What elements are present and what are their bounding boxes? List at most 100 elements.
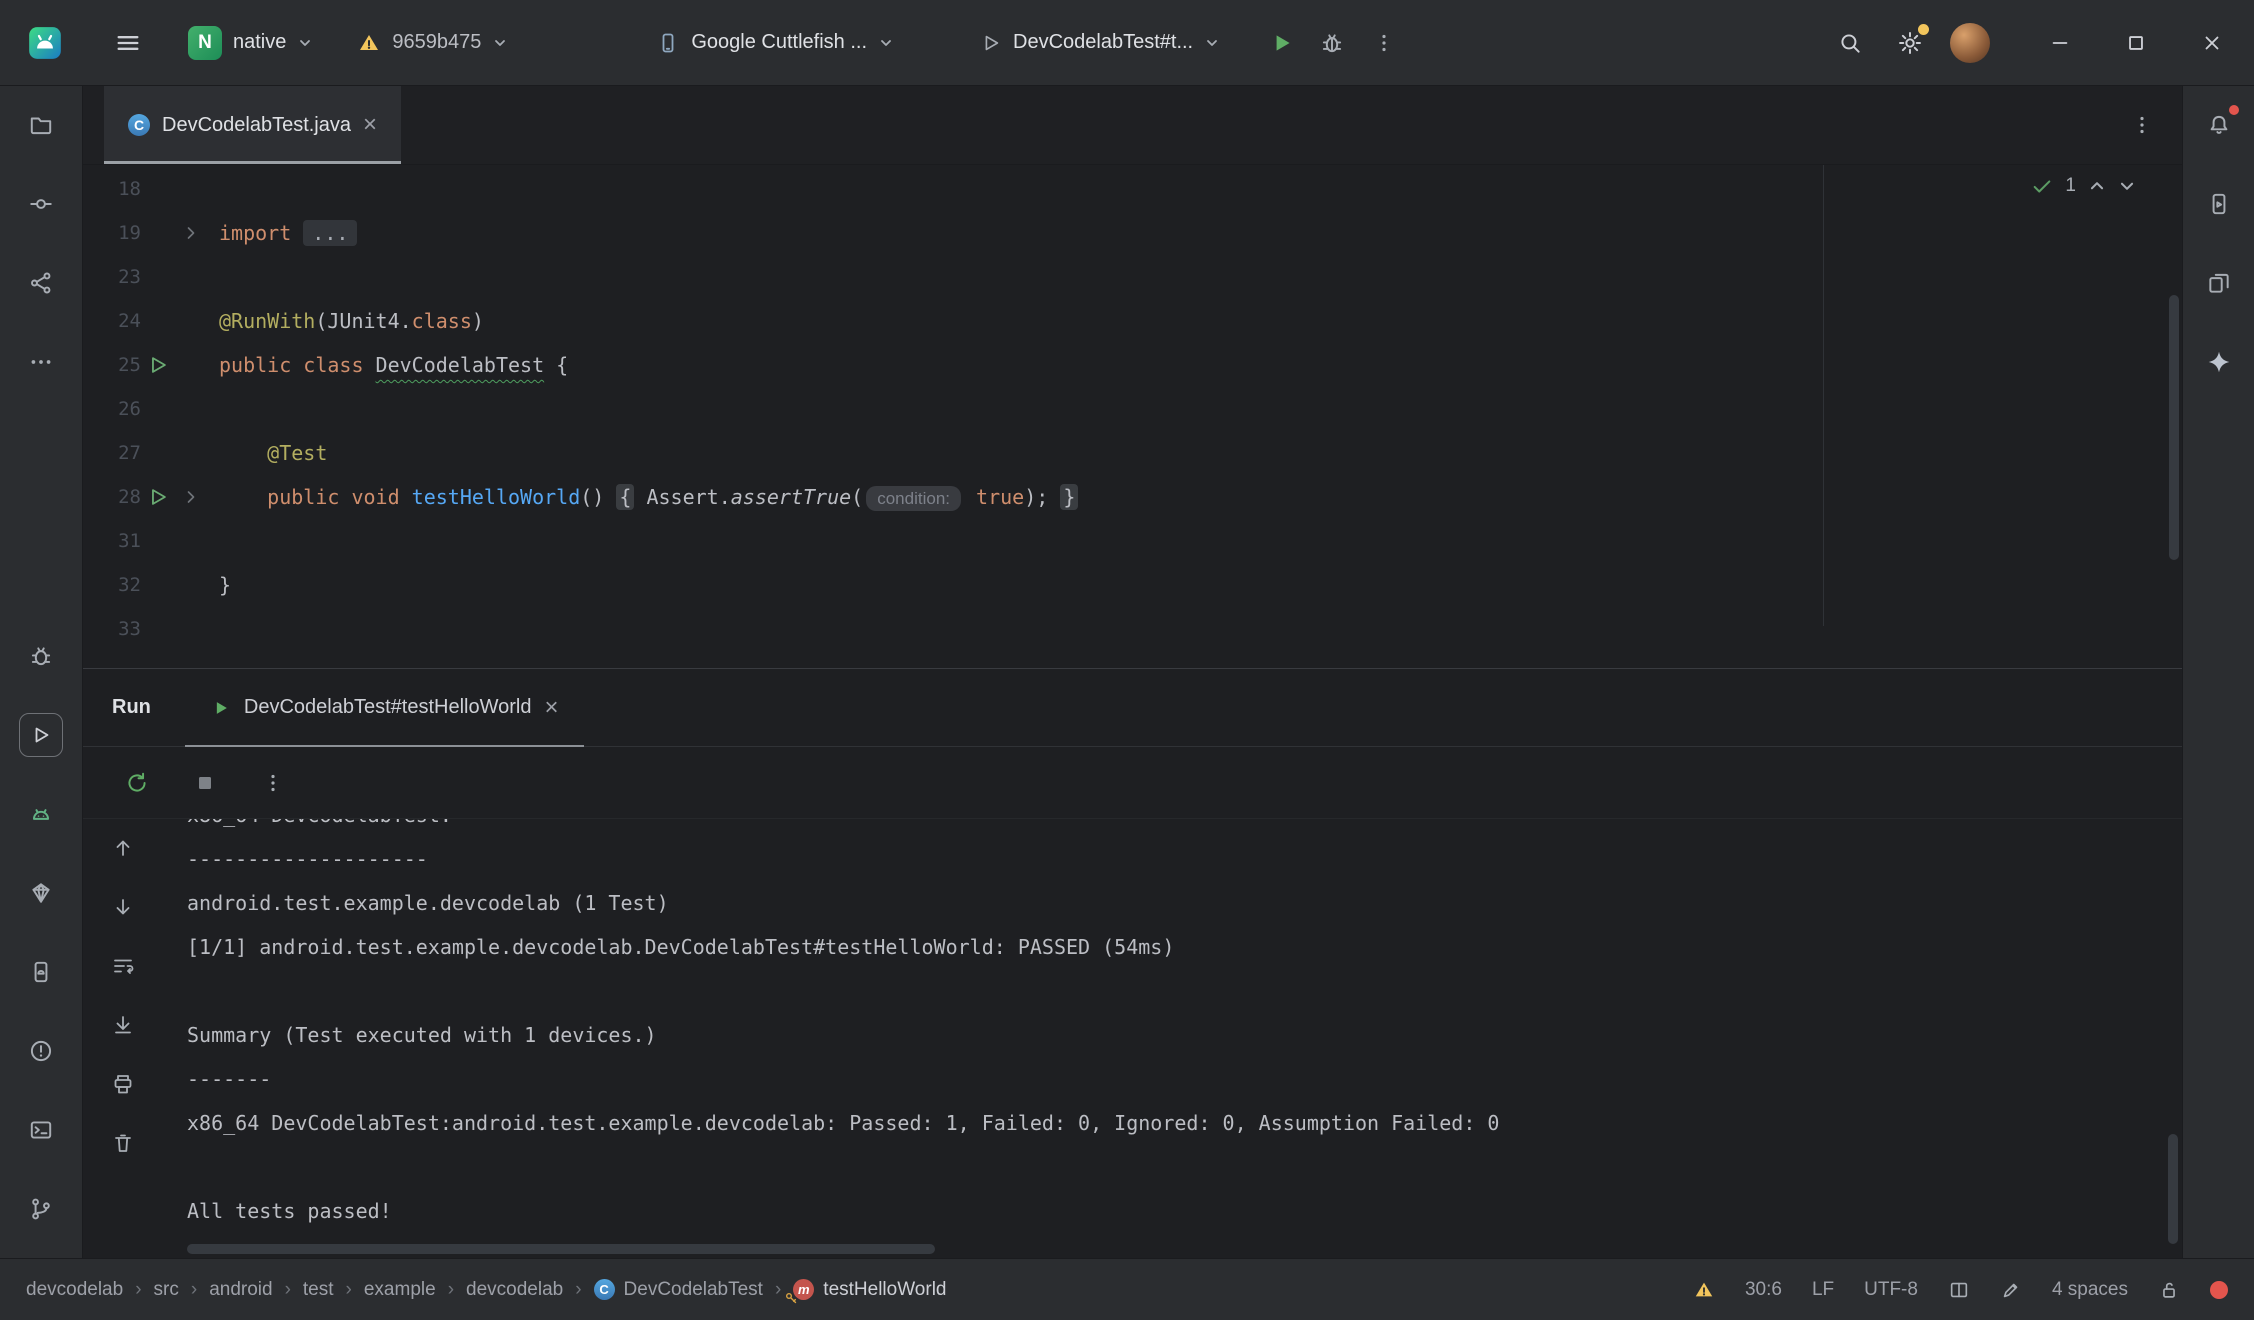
device-mirror-button[interactable] — [2197, 261, 2241, 305]
highlighting-button[interactable] — [2000, 1279, 2022, 1301]
caret-position[interactable]: 30:6 — [1745, 1279, 1782, 1301]
project-selector[interactable]: N native — [178, 18, 323, 68]
run-tab[interactable]: DevCodelabTest#testHelloWorld × — [185, 669, 585, 746]
search-icon — [1837, 30, 1863, 56]
code-line: 18 — [83, 167, 2182, 211]
breadcrumb-separator: › — [191, 1279, 197, 1301]
line-number: 26 — [83, 398, 141, 420]
print-button[interactable] — [108, 1069, 138, 1099]
android-studio-window: N native 9659b475 — [0, 0, 2254, 1320]
indent-setting[interactable]: 4 spaces — [2052, 1279, 2128, 1301]
reader-mode-icon — [1948, 1279, 1970, 1301]
editor-tab[interactable]: C DevCodelabTest.java × — [104, 86, 401, 164]
rerun-button[interactable] — [121, 767, 153, 799]
debug-button[interactable] — [1310, 21, 1354, 65]
bug-icon — [1319, 30, 1345, 56]
more-icon — [28, 349, 54, 375]
maximize-button[interactable] — [2118, 25, 2154, 61]
main-menu-button[interactable] — [106, 21, 150, 65]
more-actions-button[interactable] — [1362, 21, 1406, 65]
tool-debug-button[interactable] — [19, 634, 63, 678]
tab-close-icon[interactable]: × — [363, 113, 377, 137]
running-devices-button[interactable] — [2197, 182, 2241, 226]
console-line: ------- — [187, 1057, 2182, 1101]
search-button[interactable] — [1828, 21, 1872, 65]
folder-icon — [28, 112, 54, 138]
run-more-options-button[interactable] — [257, 767, 289, 799]
tool-commit-button[interactable] — [19, 182, 63, 226]
gemini-button[interactable] — [2197, 340, 2241, 384]
minimize-button[interactable] — [2042, 25, 2078, 61]
run-gutter-icon[interactable] — [141, 352, 174, 378]
run-tool-icon — [29, 723, 53, 747]
breadcrumb-item[interactable]: example — [364, 1279, 436, 1301]
code-line: 33 — [83, 607, 2182, 651]
main-area: C DevCodelabTest.java × 1819import ...23… — [0, 86, 2254, 1258]
code-editor[interactable]: 1819import ...2324@RunWith(JUnit4.class)… — [83, 165, 2182, 668]
tool-logcat-button[interactable] — [19, 792, 63, 836]
inspections-widget[interactable]: 1 — [2031, 175, 2136, 197]
fold-chevron-icon[interactable] — [174, 220, 207, 246]
run-config-selector[interactable]: DevCodelabTest#t... — [970, 23, 1230, 62]
soft-wrap-button[interactable] — [108, 951, 138, 981]
stop-button[interactable] — [189, 767, 221, 799]
vcs-branch-selector[interactable]: 9659b475 — [347, 23, 518, 63]
statusbar-warning[interactable] — [1693, 1279, 1715, 1301]
lock-button[interactable] — [2158, 1279, 2180, 1301]
run-body: x86_64 DevCodelabTest:------------------… — [83, 819, 2182, 1258]
fold-chevron-icon[interactable] — [174, 484, 207, 510]
console-vertical-scrollbar[interactable] — [2168, 1134, 2178, 1244]
close-button[interactable] — [2194, 25, 2230, 61]
settings-button[interactable] — [1888, 21, 1932, 65]
tool-terminal-button[interactable] — [19, 1108, 63, 1152]
breadcrumb-item[interactable]: src — [154, 1279, 179, 1301]
gem-icon — [28, 880, 54, 906]
console-line — [187, 969, 2182, 1013]
code-line: 27 @Test — [83, 431, 2182, 475]
down-stack-trace-button[interactable] — [108, 892, 138, 922]
clear-console-button[interactable] — [108, 1128, 138, 1158]
tool-structure-button[interactable] — [19, 261, 63, 305]
file-encoding[interactable]: UTF-8 — [1864, 1279, 1918, 1301]
breadcrumb-item[interactable]: test — [303, 1279, 334, 1301]
chevron-down-icon[interactable] — [2118, 177, 2136, 195]
line-number: 31 — [83, 530, 141, 552]
arrow-up-icon — [111, 836, 135, 860]
console-line — [187, 1145, 2182, 1189]
soft-wrap-icon — [111, 954, 135, 978]
chevron-down-icon — [1204, 35, 1220, 51]
user-avatar[interactable] — [1948, 21, 1992, 65]
scroll-to-end-button[interactable] — [108, 1010, 138, 1040]
breadcrumb-item[interactable]: CDevCodelabTest — [594, 1279, 763, 1301]
tool-run-button[interactable] — [19, 713, 63, 757]
tool-problems-button[interactable] — [19, 1029, 63, 1073]
run-tab-close-icon[interactable]: × — [544, 696, 558, 720]
tool-app-quality-insights-button[interactable] — [19, 871, 63, 915]
tool-device-manager-button[interactable] — [19, 950, 63, 994]
debug-bug-icon — [28, 643, 54, 669]
breadcrumb-item[interactable]: devcodelab — [26, 1279, 123, 1301]
android-studio-logo-icon — [26, 24, 64, 62]
tab-options-button[interactable] — [2120, 103, 2164, 147]
line-separator[interactable]: LF — [1812, 1279, 1834, 1301]
reader-mode-button[interactable] — [1948, 1279, 1970, 1301]
bell-icon — [2206, 112, 2232, 138]
breadcrumb-item[interactable]: mtestHelloWorld — [793, 1279, 946, 1301]
console-horizontal-scrollbar[interactable] — [187, 1244, 935, 1254]
console-output[interactable]: x86_64 DevCodelabTest:------------------… — [163, 819, 2182, 1258]
error-notification-dot[interactable] — [2210, 1281, 2228, 1299]
stop-icon — [193, 771, 217, 795]
tool-more-button[interactable] — [19, 340, 63, 384]
editor-scrollbar[interactable] — [2169, 295, 2179, 560]
breadcrumb-item[interactable]: android — [209, 1279, 272, 1301]
tool-version-control-button[interactable] — [19, 1187, 63, 1231]
hamburger-icon — [114, 29, 142, 57]
up-stack-trace-button[interactable] — [108, 833, 138, 863]
run-gutter-icon[interactable] — [141, 484, 174, 510]
tool-project-button[interactable] — [19, 103, 63, 147]
chevron-up-icon[interactable] — [2088, 177, 2106, 195]
notifications-button[interactable] — [2197, 103, 2241, 147]
run-button[interactable] — [1260, 21, 1304, 65]
device-selector[interactable]: Google Cuttlefish ... — [646, 23, 904, 63]
breadcrumb-item[interactable]: devcodelab — [466, 1279, 563, 1301]
